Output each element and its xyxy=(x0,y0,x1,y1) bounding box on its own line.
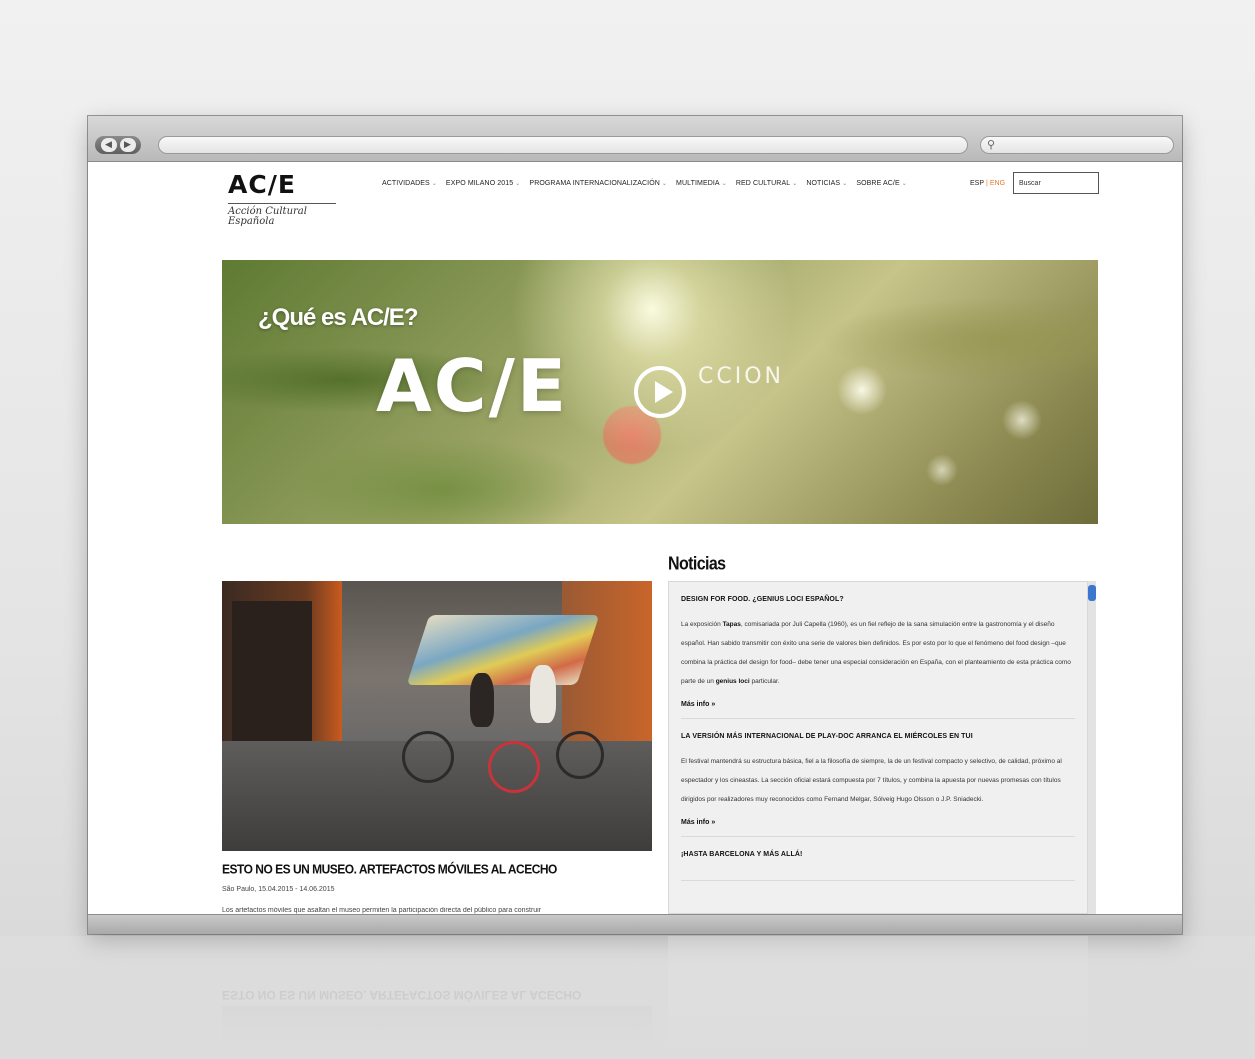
logo-mark: AC/E xyxy=(228,170,296,199)
nav-item-label: Programa Internacionalización xyxy=(529,180,660,187)
main-navigation: Actividades ⌄ Expo Milano 2015 ⌄ Programa … xyxy=(382,180,907,187)
news-scrollbar[interactable] xyxy=(1088,581,1096,914)
news-item-title[interactable]: LA VERSIÓN MÁS INTERNACIONAL DE PLAY-DOC… xyxy=(681,733,1075,740)
url-bar[interactable] xyxy=(158,136,968,154)
image-wheel xyxy=(556,731,604,779)
logo-divider xyxy=(228,203,336,204)
logo-subtitle-line2: Española xyxy=(228,216,275,227)
magnifier-icon: ⚲ xyxy=(987,138,996,151)
nav-item-sobre-ace[interactable]: Sobre AC/E ⌄ xyxy=(856,180,907,187)
image-wheel xyxy=(488,741,540,793)
nav-item-expo-milano[interactable]: Expo Milano 2015 ⌄ xyxy=(446,180,521,187)
nav-item-actividades[interactable]: Actividades ⌄ xyxy=(382,180,437,187)
lang-esp-link[interactable]: ESP xyxy=(970,180,984,187)
reflection-fade xyxy=(0,936,1255,1059)
image-wheel xyxy=(402,731,454,783)
news-item: DESIGN FOR FOOD. ¿GENIUS LOCI ESPAÑOL? L… xyxy=(681,582,1075,719)
news-item: ¡HASTA BARCELONA Y MÁS ALLÁ! xyxy=(681,837,1075,881)
news-item-body: El festival mantendrá su estructura bási… xyxy=(681,758,1062,803)
article-image[interactable] xyxy=(222,581,652,851)
news-body-text: , comisariada por Juli Capella (1960), e… xyxy=(681,621,1071,685)
news-body-text: La exposición xyxy=(681,621,723,628)
article-meta: São Paulo, 15.04.2015 - 14.06.2015 xyxy=(222,886,335,893)
scrollbar-thumb[interactable] xyxy=(1088,585,1096,601)
browser-search-field[interactable]: ⚲ xyxy=(980,136,1174,154)
nav-item-noticias[interactable]: Noticias ⌄ xyxy=(806,180,847,187)
nav-item-label: Multimedia xyxy=(676,180,720,187)
image-canopy xyxy=(406,615,600,685)
browser-status-bar xyxy=(88,914,1182,934)
site-logo[interactable]: AC/E Acción Cultural Española xyxy=(228,172,338,227)
browser-window: ◀ ▶ ⚲ AC/E Acción Cultural Española Acti… xyxy=(88,116,1182,934)
nav-item-label: Expo Milano 2015 xyxy=(445,180,514,187)
chevron-down-icon: ⌄ xyxy=(721,181,727,187)
more-info-link[interactable]: Más info » xyxy=(681,819,1075,826)
lang-separator: | xyxy=(986,180,988,187)
news-item-body: La exposición Tapas, comisariada por Jul… xyxy=(681,615,1075,691)
news-item-title[interactable]: DESIGN FOR FOOD. ¿GENIUS LOCI ESPAÑOL? xyxy=(681,596,1075,603)
nav-item-programa[interactable]: Programa Internacionalización ⌄ xyxy=(529,180,667,187)
nav-item-multimedia[interactable]: Multimedia ⌄ xyxy=(676,180,727,187)
image-rider xyxy=(530,665,556,723)
image-doorway xyxy=(232,601,312,741)
news-body-bold: Tapas xyxy=(722,621,741,628)
forward-arrow-icon[interactable]: ▶ xyxy=(119,138,136,152)
chevron-down-icon: ⌄ xyxy=(661,181,668,187)
nav-item-label: Sobre AC/E xyxy=(856,180,900,187)
hero-title: AC/E xyxy=(376,344,569,428)
history-buttons: ◀ ▶ xyxy=(95,136,141,154)
page-viewport: AC/E Acción Cultural Española Actividade… xyxy=(88,162,1182,914)
nav-item-red-cultural[interactable]: Red Cultural ⌄ xyxy=(736,180,798,187)
hero-question: ¿Qué es AC/E? xyxy=(258,304,418,331)
nav-item-label: Noticias xyxy=(806,180,841,187)
hero-video-banner[interactable]: ¿Qué es AC/E? AC/E CCION xyxy=(222,260,1098,524)
image-rider xyxy=(470,673,494,727)
article-title[interactable]: ESTO NO ES UN MUSEO. ARTEFACTOS MÓVILES … xyxy=(222,861,557,876)
news-heading: Noticias xyxy=(668,554,726,575)
back-arrow-icon[interactable]: ◀ xyxy=(100,138,117,152)
play-icon[interactable] xyxy=(634,366,686,418)
more-info-link[interactable]: Más info » xyxy=(681,701,1075,708)
browser-toolbar: ◀ ▶ ⚲ xyxy=(88,116,1182,162)
news-list: DESIGN FOR FOOD. ¿GENIUS LOCI ESPAÑOL? L… xyxy=(668,581,1088,914)
hero-word: CCION xyxy=(698,364,784,389)
site-search-input[interactable] xyxy=(1013,172,1099,194)
nav-item-label: Actividades xyxy=(382,180,430,187)
lang-eng-link[interactable]: ENG xyxy=(990,180,1005,187)
news-item: LA VERSIÓN MÁS INTERNACIONAL DE PLAY-DOC… xyxy=(681,719,1075,837)
chevron-down-icon: ⌄ xyxy=(901,181,907,187)
news-item-title[interactable]: ¡HASTA BARCELONA Y MÁS ALLÁ! xyxy=(681,851,1075,858)
news-body-text: particular. xyxy=(749,678,780,685)
chevron-down-icon: ⌄ xyxy=(515,181,521,187)
article-snippet: Los artefactos móviles que asaltan el mu… xyxy=(222,907,542,914)
news-body-bold: genius loci xyxy=(715,678,750,685)
language-switcher: ESP | ENG xyxy=(970,180,1005,187)
chevron-down-icon: ⌄ xyxy=(431,181,437,187)
chevron-down-icon: ⌄ xyxy=(842,181,848,187)
nav-item-label: Red Cultural xyxy=(735,180,791,187)
chevron-down-icon: ⌄ xyxy=(792,181,798,187)
